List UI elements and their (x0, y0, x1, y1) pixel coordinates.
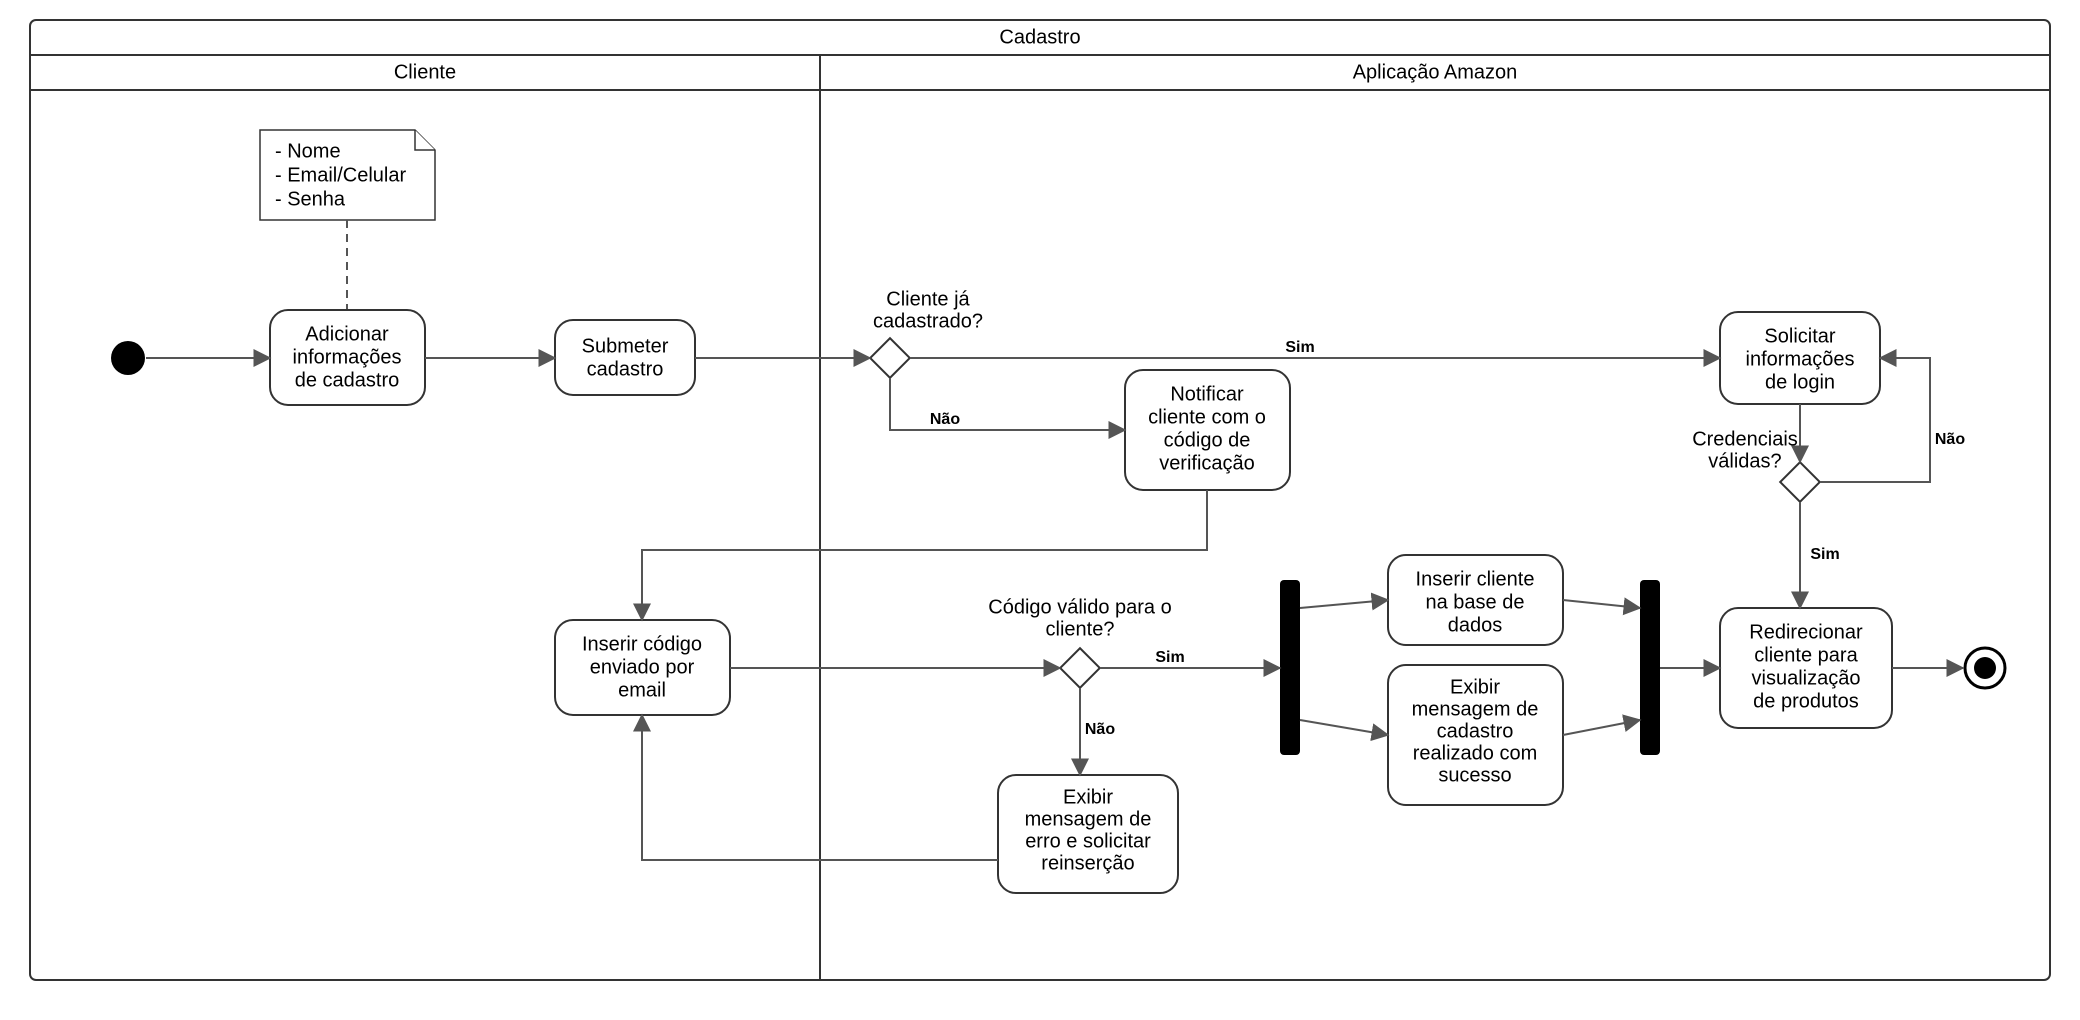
svg-text:sucesso: sucesso (1438, 764, 1511, 786)
activity-submit: Submeter cadastro (555, 320, 695, 395)
activity-notify-code: Notificar cliente com o código de verifi… (1125, 370, 1290, 490)
svg-text:reinserção: reinserção (1041, 852, 1134, 874)
svg-text:informações: informações (293, 346, 402, 368)
activity-insert-code: Inserir código enviado por email (555, 620, 730, 715)
svg-text:erro e solicitar: erro e solicitar (1025, 830, 1151, 852)
activity-show-success: Exibir mensagem de cadastro realizado co… (1388, 665, 1563, 805)
activity-diagram: Cadastro Cliente Aplicação Amazon - Nome… (0, 0, 2080, 1020)
activity-show-error: Exibir mensagem de erro e solicitar rein… (998, 775, 1178, 893)
activity-request-login: Solicitar informações de login (1720, 312, 1880, 404)
activity-add-info: Adicionar informações de cadastro (270, 310, 425, 405)
svg-text:- Email/Celular: - Email/Celular (275, 164, 406, 186)
svg-text:verificação: verificação (1159, 452, 1255, 474)
svg-text:mensagem de: mensagem de (1412, 698, 1539, 720)
svg-text:dados: dados (1448, 614, 1503, 636)
svg-text:código de: código de (1164, 429, 1251, 451)
svg-text:cadastrado?: cadastrado? (873, 310, 983, 332)
svg-text:realizado com: realizado com (1413, 742, 1538, 764)
edge-d3-sim-label: Sim (1810, 546, 1839, 563)
svg-text:Redirecionar: Redirecionar (1749, 621, 1863, 643)
svg-text:de login: de login (1765, 371, 1835, 393)
svg-text:na base de: na base de (1426, 591, 1525, 613)
svg-text:Código válido para o: Código válido para o (988, 596, 1171, 618)
svg-text:- Nome: - Nome (275, 140, 341, 162)
lane-left-title: Cliente (394, 61, 456, 83)
svg-text:cliente?: cliente? (1046, 618, 1115, 640)
svg-text:enviado por: enviado por (590, 656, 695, 678)
svg-text:visualização: visualização (1752, 667, 1861, 689)
join-bar (1640, 580, 1660, 755)
svg-text:Submeter: Submeter (582, 335, 669, 357)
svg-text:cadastro: cadastro (1437, 720, 1514, 742)
svg-text:cadastro: cadastro (587, 358, 664, 380)
svg-text:mensagem de: mensagem de (1025, 808, 1152, 830)
edge-d2-sim-label: Sim (1155, 649, 1184, 666)
edge-d1-sim-label: Sim (1285, 339, 1314, 356)
note-input-fields: - Nome - Email/Celular - Senha (260, 130, 435, 220)
svg-text:Adicionar: Adicionar (305, 323, 389, 345)
svg-text:email: email (618, 679, 666, 701)
edge-d1-nao-label: Não (930, 411, 960, 428)
svg-text:informações: informações (1746, 348, 1855, 370)
edge-d2-nao-label: Não (1085, 721, 1115, 738)
svg-text:de produtos: de produtos (1753, 690, 1859, 712)
svg-text:cliente com o: cliente com o (1148, 406, 1266, 428)
svg-text:- Senha: - Senha (275, 188, 346, 210)
initial-node (111, 341, 145, 375)
svg-text:Notificar: Notificar (1170, 383, 1244, 405)
svg-text:válidas?: válidas? (1708, 450, 1781, 472)
svg-text:Credenciais: Credenciais (1692, 428, 1798, 450)
fork-bar (1280, 580, 1300, 755)
svg-text:Inserir cliente: Inserir cliente (1416, 568, 1535, 590)
svg-text:cliente para: cliente para (1754, 644, 1858, 666)
svg-text:Inserir código: Inserir código (582, 633, 702, 655)
svg-text:Cliente já: Cliente já (886, 288, 970, 310)
svg-text:Exibir: Exibir (1063, 786, 1113, 808)
svg-text:de cadastro: de cadastro (295, 369, 400, 391)
svg-text:Solicitar: Solicitar (1764, 325, 1835, 347)
pool-title: Cadastro (999, 26, 1080, 48)
activity-redirect: Redirecionar cliente para visualização d… (1720, 608, 1892, 728)
edge-d3-nao-label: Não (1935, 431, 1965, 448)
activity-insert-db: Inserir cliente na base de dados (1388, 555, 1563, 645)
lane-right-title: Aplicação Amazon (1353, 61, 1518, 83)
final-node (1965, 648, 2005, 688)
svg-text:Exibir: Exibir (1450, 676, 1500, 698)
